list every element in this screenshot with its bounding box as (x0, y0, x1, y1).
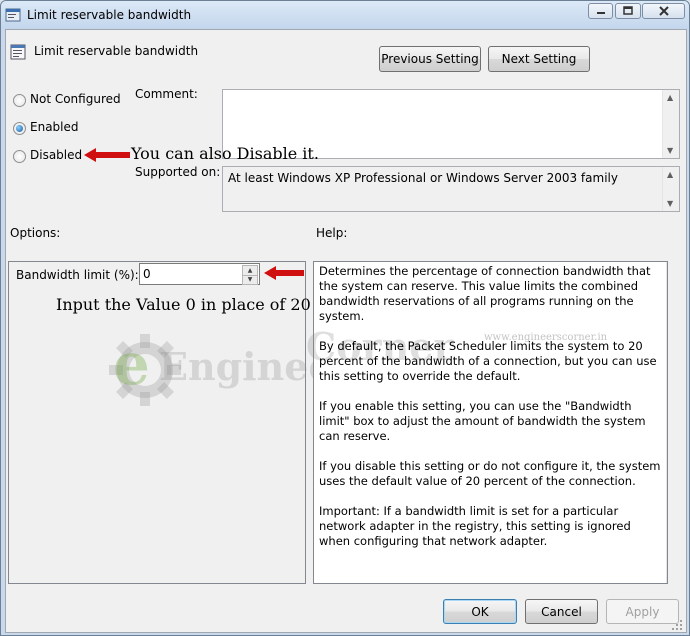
ok-button[interactable]: OK (443, 599, 517, 624)
radio-selected-dot (16, 125, 23, 132)
scroll-up-icon[interactable]: ▲ (667, 93, 673, 102)
close-button[interactable] (642, 3, 685, 19)
spin-down-icon[interactable]: ▼ (242, 275, 258, 285)
previous-setting-button[interactable]: Previous Setting (379, 46, 481, 72)
supported-on-value: At least Windows XP Professional or Wind… (228, 171, 618, 185)
bandwidth-limit-value[interactable]: 0 (143, 267, 151, 281)
enabled-radio[interactable] (13, 122, 26, 135)
help-scroll-area (666, 262, 667, 583)
policy-setting-icon (10, 44, 26, 60)
bandwidth-limit-label: Bandwidth limit (%): (16, 268, 139, 282)
scroll-down-icon[interactable]: ▼ (667, 199, 673, 208)
supported-scrollbar[interactable]: ▲ ▼ (662, 167, 679, 211)
options-section-label: Options: (10, 226, 61, 240)
help-paragraph: Important: If a bandwidth limit is set f… (319, 504, 631, 548)
help-section-label: Help: (316, 226, 348, 240)
supported-on-label: Supported on: (135, 165, 221, 179)
dialog-window: Limit reservable bandwidth Limit reserva… (0, 0, 690, 636)
enabled-label[interactable]: Enabled (30, 120, 79, 134)
watermark-logo-letter: e (113, 330, 150, 398)
bandwidth-limit-spinbox[interactable]: 0 ▲ ▼ (139, 263, 260, 285)
window-title: Limit reservable bandwidth (27, 8, 192, 22)
next-setting-button[interactable]: Next Setting (488, 46, 590, 72)
disable-annotation: You can also Disable it. (131, 144, 319, 163)
scroll-down-icon[interactable]: ▼ (667, 146, 673, 155)
comment-label: Comment: (135, 87, 198, 101)
minimize-button[interactable] (588, 3, 613, 19)
policy-icon (5, 8, 21, 22)
cancel-button[interactable]: Cancel (525, 599, 598, 624)
not-configured-radio[interactable] (13, 94, 26, 107)
options-panel: e EngineersCorner Bandwidth limit (%): 0… (8, 261, 521, 584)
title-bar[interactable]: Limit reservable bandwidth (1, 1, 689, 29)
dialog-body: Limit reservable bandwidth Previous Sett… (5, 29, 687, 633)
resize-grip-icon[interactable] (671, 619, 683, 631)
minimize-icon (596, 12, 605, 14)
annotation-arrow-icon (264, 266, 304, 280)
disabled-radio[interactable] (13, 150, 26, 163)
help-text: Determines the percentage of connection … (319, 264, 665, 564)
close-icon (658, 6, 669, 16)
help-paragraph: Determines the percentage of connection … (319, 264, 651, 323)
help-paragraph: If you disable this setting or do not co… (319, 459, 661, 488)
maximize-icon (623, 6, 633, 15)
disabled-label[interactable]: Disabled (30, 148, 82, 162)
supported-on-box: At least Windows XP Professional or Wind… (222, 166, 680, 212)
help-paragraph: If you enable this setting, you can use … (319, 399, 646, 443)
policy-title: Limit reservable bandwidth (34, 44, 199, 58)
not-configured-label[interactable]: Not Configured (30, 92, 121, 106)
help-paragraph: By default, the Packet Scheduler limits … (319, 339, 657, 383)
annotation-arrow-icon (84, 148, 130, 162)
value-annotation: Input the Value 0 in place of 20 (56, 295, 311, 314)
comment-scrollbar[interactable]: ▲ ▼ (662, 90, 679, 158)
maximize-button[interactable] (615, 3, 641, 19)
scroll-up-icon[interactable]: ▲ (667, 170, 673, 179)
help-panel: Corner www.engineerscorner.in Determines… (306, 261, 668, 584)
apply-button[interactable]: Apply (606, 599, 679, 624)
